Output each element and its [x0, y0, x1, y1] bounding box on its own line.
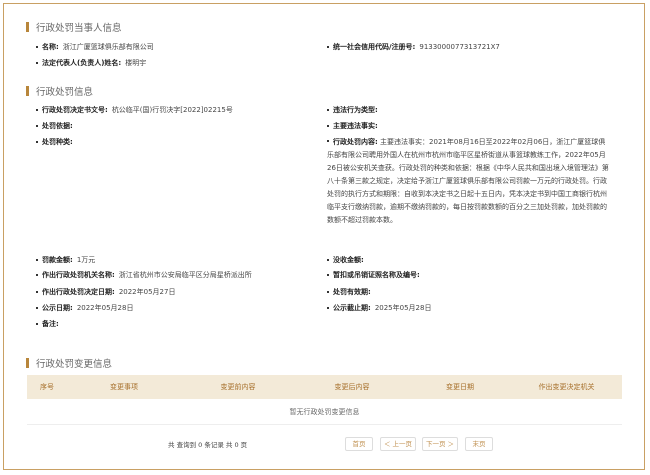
bullet-icon: [36, 291, 38, 293]
penalty-content-label: 行政处罚内容:: [333, 138, 378, 146]
penalty-content-block: 行政处罚内容: 主要违法事实：2021年08月16日至2022年02月06日，浙…: [327, 136, 611, 227]
bullet-icon: [327, 46, 329, 48]
last-page-button[interactable]: 末页: [465, 437, 493, 451]
doc-no-value: 杭公临平(国)行罚决字[2022]02215号: [111, 106, 233, 114]
credit-code-row: 统一社会信用代码/注册号: 9133000077313721X7: [327, 41, 500, 53]
table-row: 暂无行政处罚变更信息: [27, 399, 622, 425]
col-header: 变更前内容: [181, 375, 295, 399]
doc-no-row: 行政处罚决定书文号: 杭公临平(国)行罚决字[2022]02215号: [36, 104, 233, 116]
bullet-icon: [36, 141, 38, 143]
section-marker: [26, 22, 29, 32]
col-header: 序号: [27, 375, 67, 399]
org-row: 作出行政处罚机关名称: 浙江省杭州市公安局临平区分局星桥派出所: [36, 269, 252, 281]
bullet-icon: [36, 109, 38, 111]
col-header: 变更后内容: [295, 375, 409, 399]
penalty-content-value: 主要违法事实：2021年08月16日至2022年02月06日，浙江广厦篮球俱乐部…: [327, 138, 609, 224]
bullet-icon: [36, 259, 38, 261]
bullet-icon: [36, 307, 38, 309]
col-header: 变更日期: [409, 375, 511, 399]
publish-date-value: 2022年05月28日: [76, 304, 134, 312]
violation-type-row: 违法行为类型:: [327, 104, 378, 116]
changes-table: 序号 变更事项 变更前内容 变更后内容 变更日期 作出变更决定机关 暂无行政处罚…: [27, 375, 622, 425]
main-fact-row: 主要违法事实:: [327, 120, 378, 132]
bullet-icon: [327, 109, 329, 111]
party-name-value: 浙江广厦篮球俱乐部有限公司: [62, 43, 154, 51]
bullet-icon: [36, 125, 38, 127]
bullet-icon: [327, 291, 329, 293]
bullet-icon: [36, 323, 38, 325]
bullet-icon: [327, 140, 329, 142]
col-header: 变更事项: [67, 375, 181, 399]
legal-rep-row: 法定代表人(负责人)姓名: 楼明宇: [36, 57, 146, 69]
valid-period-row: 处罚有效期:: [327, 286, 371, 298]
fine-row: 罚款金额: 1万元: [36, 254, 95, 266]
publish-date-row: 公示日期: 2022年05月28日: [36, 302, 133, 314]
section-title-party: 行政处罚当事人信息: [26, 20, 122, 34]
publish-end-row: 公示截止期: 2025年05月28日: [327, 302, 431, 314]
prev-page-button[interactable]: ＜ 上一页: [380, 437, 416, 451]
decision-date-value: 2022年05月27日: [118, 288, 176, 296]
confiscate-row: 没收金额:: [327, 254, 364, 266]
section-marker: [26, 358, 29, 368]
col-header: 作出变更决定机关: [511, 375, 622, 399]
next-page-button[interactable]: 下一页 ＞: [422, 437, 458, 451]
remark-row: 备注:: [36, 318, 59, 330]
bullet-icon: [327, 307, 329, 309]
table-header-row: 序号 变更事项 变更前内容 变更后内容 变更日期 作出变更决定机关: [27, 375, 622, 399]
credit-code-value: 9133000077313721X7: [419, 43, 500, 51]
section-title-penalty: 行政处罚信息: [26, 84, 93, 98]
legal-rep-value: 楼明宇: [125, 59, 147, 67]
bullet-icon: [36, 274, 38, 276]
bullet-icon: [327, 125, 329, 127]
license-row: 暂扣或吊销证照名称及编号:: [327, 269, 420, 281]
basis-row: 处罚依据:: [36, 120, 73, 132]
org-value: 浙江省杭州市公安局临平区分局星桥派出所: [118, 271, 252, 279]
bullet-icon: [36, 62, 38, 64]
decision-date-row: 作出行政处罚决定日期: 2022年05月27日: [36, 286, 175, 298]
pagination-info: 共 查询到 0 条记录 共 0 页: [168, 441, 248, 449]
party-name-row: 名称: 浙江广厦篮球俱乐部有限公司: [36, 41, 154, 53]
first-page-button[interactable]: 首页: [345, 437, 373, 451]
bullet-icon: [36, 46, 38, 48]
kind-row: 处罚种类:: [36, 136, 73, 148]
section-title-changes: 行政处罚变更信息: [26, 356, 112, 370]
section-marker: [26, 86, 29, 96]
publish-end-value: 2025年05月28日: [374, 304, 432, 312]
bullet-icon: [327, 274, 329, 276]
empty-message: 暂无行政处罚变更信息: [27, 399, 622, 425]
fine-value: 1万元: [76, 256, 96, 264]
bullet-icon: [327, 259, 329, 261]
